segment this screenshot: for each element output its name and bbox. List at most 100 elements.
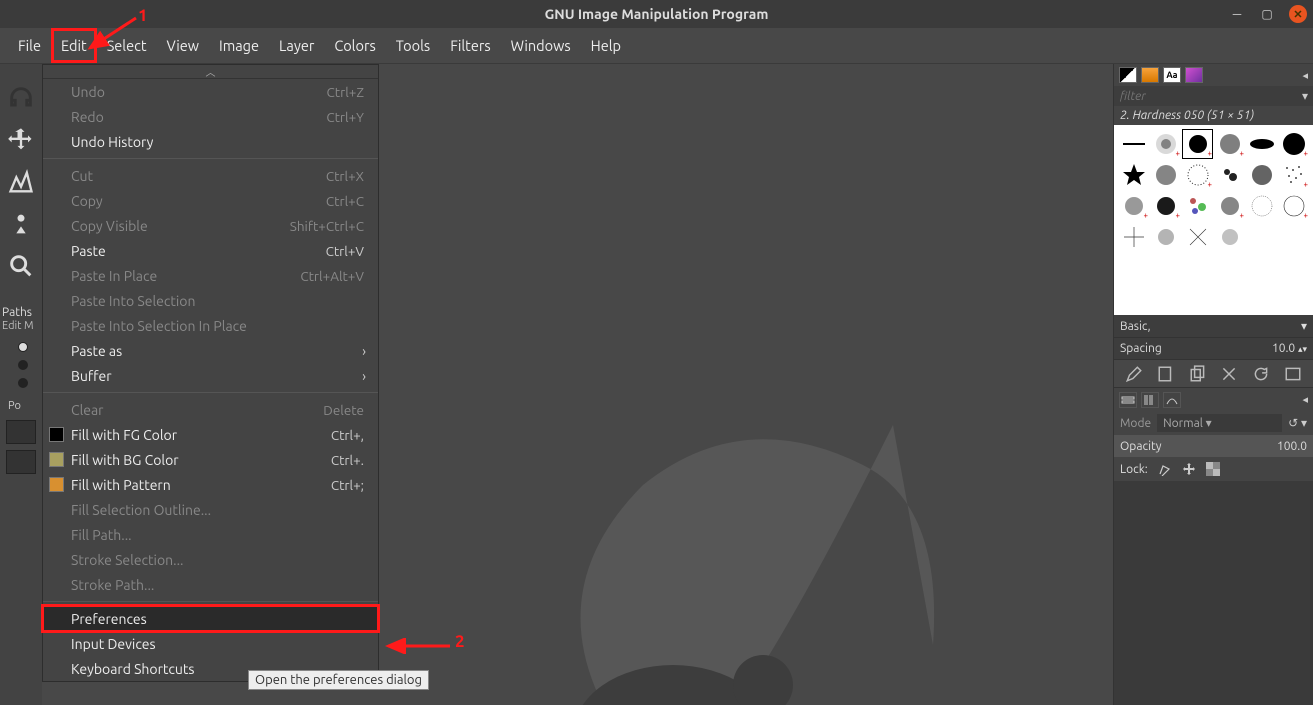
radio-on-icon[interactable] <box>18 342 28 352</box>
brush-thumb[interactable]: + <box>1278 129 1309 159</box>
brush-thumb[interactable] <box>1182 191 1213 221</box>
menu-item-copy[interactable]: CopyCtrl+C <box>43 188 378 213</box>
brush-thumb[interactable] <box>1150 160 1181 190</box>
menu-file[interactable]: File <box>8 28 51 63</box>
menu-item-undo[interactable]: UndoCtrl+Z <box>43 79 378 104</box>
brush-thumb[interactable] <box>1246 160 1277 190</box>
brush-tags-select[interactable]: Basic, ▾ <box>1114 315 1313 337</box>
menu-windows[interactable]: Windows <box>501 28 581 63</box>
brush-thumb[interactable] <box>1214 160 1245 190</box>
color-swatch-icon <box>49 427 64 442</box>
refresh-brush-icon[interactable] <box>1252 365 1270 383</box>
channels-tab-icon[interactable] <box>1141 392 1159 408</box>
menu-item-fill-with-pattern[interactable]: Fill with PatternCtrl+; <box>43 472 378 497</box>
close-button[interactable]: ✕ <box>1289 5 1307 23</box>
menu-item-label: Undo <box>71 84 327 100</box>
brush-grid[interactable]: + + + + + + + + + + <box>1114 125 1313 315</box>
brush-thumb[interactable]: + <box>1150 129 1181 159</box>
menu-item-stroke-selection[interactable]: Stroke Selection... <box>43 547 378 572</box>
brush-filter-input[interactable] <box>1114 90 1297 103</box>
brush-thumb[interactable] <box>1182 222 1213 252</box>
lock-alpha-icon[interactable] <box>1206 462 1220 476</box>
layer-opacity-row[interactable]: Opacity 100.0 <box>1114 435 1313 457</box>
menu-tools[interactable]: Tools <box>386 28 440 63</box>
mode-select[interactable]: Normal ▾ <box>1157 414 1282 432</box>
mode-switch-icon[interactable]: ↺ ▾ <box>1288 416 1307 430</box>
brush-thumb[interactable] <box>1246 191 1277 221</box>
menu-item-label: Redo <box>71 109 326 125</box>
color-swatch-dark[interactable] <box>6 450 36 474</box>
open-as-image-icon[interactable] <box>1284 365 1302 383</box>
brush-thumb[interactable] <box>1246 129 1277 159</box>
menu-item-clear[interactable]: ClearDelete <box>43 397 378 422</box>
path-tool-icon[interactable] <box>7 168 35 196</box>
menu-item-label: Fill Selection Outline... <box>71 502 364 518</box>
brush-thumb[interactable] <box>1118 129 1149 159</box>
duplicate-brush-icon[interactable] <box>1189 365 1207 383</box>
lock-move-icon[interactable] <box>1182 462 1196 476</box>
brush-thumb[interactable] <box>1118 160 1149 190</box>
menu-item-fill-with-fg-color[interactable]: Fill with FG ColorCtrl+, <box>43 422 378 447</box>
new-brush-icon[interactable] <box>1157 365 1175 383</box>
menu-layer[interactable]: Layer <box>269 28 324 63</box>
minimize-button[interactable]: ─ <box>1229 6 1245 22</box>
menu-item-paste[interactable]: PasteCtrl+V <box>43 238 378 263</box>
menu-item-preferences[interactable]: Preferences <box>43 606 378 631</box>
headphones-icon[interactable] <box>7 84 35 112</box>
brush-thumb[interactable] <box>1214 222 1245 252</box>
brush-thumb[interactable] <box>1150 222 1181 252</box>
stepper-icon[interactable]: ▴▾ <box>1298 344 1307 354</box>
menu-item-input-devices[interactable]: Input Devices <box>43 631 378 656</box>
menu-item-fill-with-bg-color[interactable]: Fill with BG ColorCtrl+. <box>43 447 378 472</box>
menu-item-undo-history[interactable]: Undo History <box>43 129 378 154</box>
menu-help[interactable]: Help <box>581 28 631 63</box>
fonts-tab-icon[interactable]: Aa <box>1163 67 1181 83</box>
menu-item-paste-into-selection-in-place[interactable]: Paste Into Selection In Place <box>43 313 378 338</box>
menu-item-copy-visible[interactable]: Copy VisibleShift+Ctrl+C <box>43 213 378 238</box>
radio-off-icon[interactable] <box>18 360 28 370</box>
menu-scroll-up-icon[interactable]: ︿ <box>43 65 378 79</box>
menu-colors[interactable]: Colors <box>324 28 385 63</box>
brush-thumb[interactable]: + <box>1118 191 1149 221</box>
menu-item-stroke-path[interactable]: Stroke Path... <box>43 572 378 597</box>
brush-thumb[interactable] <box>1118 222 1149 252</box>
brush-thumb[interactable]: + <box>1150 191 1181 221</box>
menu-item-label: Paste Into Selection In Place <box>71 318 364 334</box>
brush-thumb[interactable]: + <box>1278 160 1309 190</box>
menu-item-fill-selection-outline[interactable]: Fill Selection Outline... <box>43 497 378 522</box>
measure-tool-icon[interactable] <box>7 210 35 238</box>
radio-off-icon[interactable] <box>18 378 28 388</box>
paths-tab-icon[interactable] <box>1163 392 1181 408</box>
zoom-tool-icon[interactable] <box>7 252 35 280</box>
menu-item-redo[interactable]: RedoCtrl+Y <box>43 104 378 129</box>
delete-brush-icon[interactable] <box>1220 365 1238 383</box>
brush-thumb[interactable]: + <box>1214 129 1245 159</box>
layers-tab-icon[interactable] <box>1119 392 1137 408</box>
dock-menu-icon[interactable]: ◂ <box>1302 69 1308 82</box>
brush-thumb[interactable]: + <box>1278 191 1309 221</box>
menu-filters[interactable]: Filters <box>440 28 500 63</box>
brush-spacing-row[interactable]: Spacing 10.0 ▴▾ <box>1114 337 1313 359</box>
lock-paint-icon[interactable] <box>1158 462 1172 476</box>
menu-item-buffer[interactable]: Buffer› <box>43 363 378 388</box>
dock-menu-icon[interactable]: ◂ <box>1302 393 1308 406</box>
color-swatch-dark[interactable] <box>6 420 36 444</box>
menu-view[interactable]: View <box>157 28 209 63</box>
brush-thumb[interactable]: + <box>1182 160 1213 190</box>
brush-thumb[interactable]: + <box>1214 191 1245 221</box>
filter-dropdown-icon[interactable]: ▾ <box>1297 89 1313 103</box>
brush-thumb[interactable]: + <box>1182 129 1213 159</box>
menu-item-paste-in-place[interactable]: Paste In PlaceCtrl+Alt+V <box>43 263 378 288</box>
edit-brush-icon[interactable] <box>1125 365 1143 383</box>
gradients-tab-icon[interactable] <box>1185 67 1203 83</box>
menu-item-paste-into-selection[interactable]: Paste Into Selection <box>43 288 378 313</box>
move-tool-icon[interactable] <box>7 126 35 154</box>
menu-item-paste-as[interactable]: Paste as› <box>43 338 378 363</box>
menu-item-cut[interactable]: CutCtrl+X <box>43 163 378 188</box>
menu-item-fill-path[interactable]: Fill Path... <box>43 522 378 547</box>
brushes-tab-icon[interactable] <box>1119 67 1137 83</box>
maximize-button[interactable]: ▢ <box>1259 6 1275 22</box>
menu-image[interactable]: Image <box>209 28 269 63</box>
menu-item-label: Undo History <box>71 134 364 150</box>
patterns-tab-icon[interactable] <box>1141 67 1159 83</box>
